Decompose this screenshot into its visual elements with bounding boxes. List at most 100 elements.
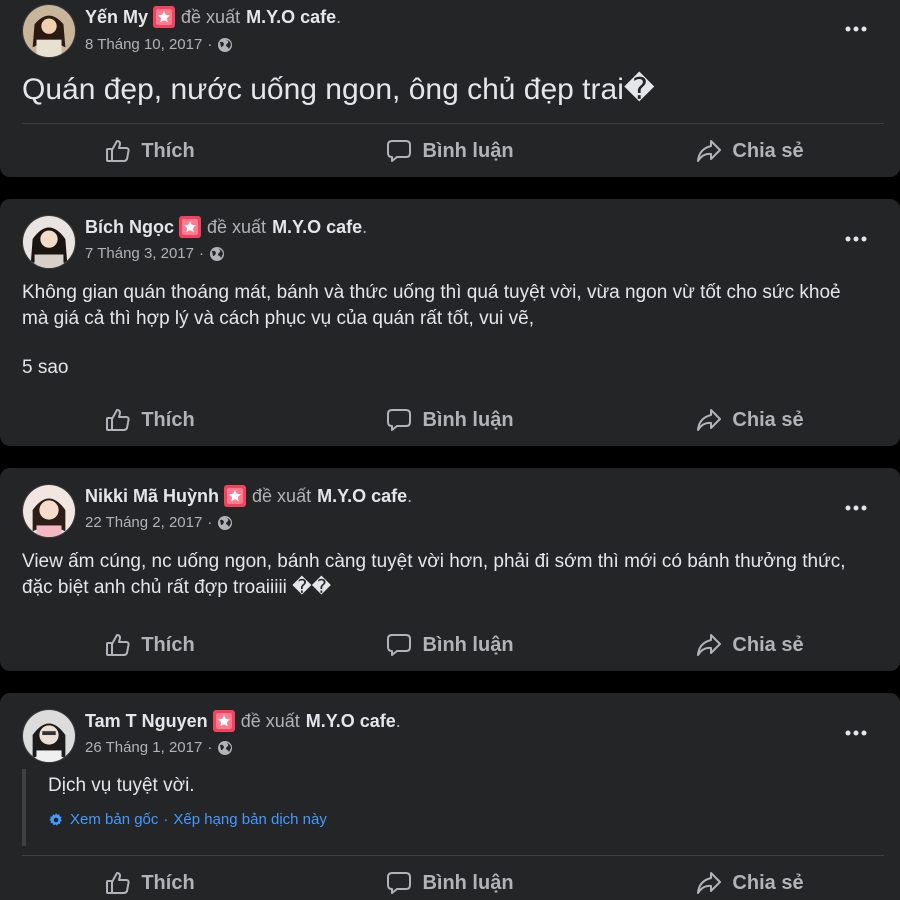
author-avatar[interactable]: [22, 4, 76, 58]
share-arrow-icon: [696, 138, 722, 164]
author-avatar[interactable]: [22, 709, 76, 763]
divider: [22, 855, 884, 856]
like-button[interactable]: Thích: [0, 860, 300, 900]
share-arrow-icon: [696, 632, 722, 658]
recommend-badge-icon: [212, 710, 235, 732]
more-options-icon[interactable]: [844, 234, 868, 244]
post-card-4: Tam T Nguyen đề xuất M.Y.O cafe. 26 Thán…: [0, 693, 900, 900]
share-button[interactable]: Chia sẻ: [600, 622, 900, 668]
page-name-link[interactable]: M.Y.O cafe: [306, 711, 396, 732]
thumbs-up-icon: [105, 407, 131, 433]
author-name[interactable]: Nikki Mã Huỳnh: [85, 486, 219, 507]
author-avatar[interactable]: [22, 215, 76, 269]
share-button[interactable]: Chia sẻ: [600, 128, 900, 174]
more-options-icon[interactable]: [844, 24, 868, 34]
see-original-link[interactable]: Xem bản gốc: [70, 811, 158, 828]
author-name[interactable]: Yến My: [85, 7, 148, 28]
like-label: Thích: [141, 633, 195, 656]
post-card-1: Yến My đề xuất M.Y.O cafe. 8 Tháng 10, 2…: [0, 0, 900, 177]
thumbs-up-icon: [105, 870, 131, 896]
meta-separator: ·: [207, 739, 213, 756]
post-text: Quán đẹp, nước uống ngon, ông chủ đẹp tr…: [22, 73, 655, 106]
post-actions: Thích Bình luận Chia sẻ: [0, 622, 900, 668]
meta-separator: ·: [207, 36, 213, 53]
share-arrow-icon: [696, 870, 722, 896]
globe-icon[interactable]: [217, 740, 233, 756]
page-name-link[interactable]: M.Y.O cafe: [246, 7, 336, 28]
post-card-3: Nikki Mã Huỳnh đề xuất M.Y.O cafe. 22 Th…: [0, 468, 900, 671]
name-dot: .: [407, 485, 413, 506]
post-actions: Thích Bình luận Chia sẻ: [0, 397, 900, 443]
link-separator: ·: [163, 811, 169, 828]
comment-label: Bình luận: [422, 408, 514, 431]
globe-icon[interactable]: [217, 515, 233, 531]
like-label: Thích: [141, 871, 195, 894]
recommend-verb: đề xuất: [181, 6, 241, 27]
gear-icon[interactable]: [48, 812, 64, 828]
comment-button[interactable]: Bình luận: [300, 860, 600, 900]
post-date[interactable]: 26 Tháng 1, 2017: [85, 739, 202, 756]
more-options-icon[interactable]: [844, 503, 868, 513]
post-meta: 22 Tháng 2, 2017 ·: [85, 514, 233, 531]
post-date[interactable]: 7 Tháng 3, 2017: [85, 245, 194, 262]
author-line: Nikki Mã Huỳnh đề xuất M.Y.O cafe.: [85, 485, 412, 507]
speech-bubble-icon: [386, 870, 412, 896]
globe-icon[interactable]: [209, 246, 225, 262]
author-line: Tam T Nguyen đề xuất M.Y.O cafe.: [85, 710, 401, 732]
page-name-link[interactable]: M.Y.O cafe: [272, 217, 362, 238]
post-card-2: Bích Ngọc đề xuất M.Y.O cafe. 7 Tháng 3,…: [0, 199, 900, 446]
share-button[interactable]: Chia sẻ: [600, 860, 900, 900]
post-meta: 7 Tháng 3, 2017 ·: [85, 245, 225, 262]
rate-translation-link[interactable]: Xếp hạng bản dịch này: [173, 811, 326, 828]
like-button[interactable]: Thích: [0, 128, 300, 174]
translated-text-block: Dịch vụ tuyệt vời. Xem bản gốc · Xếp hạn…: [22, 769, 327, 846]
speech-bubble-icon: [386, 632, 412, 658]
comment-button[interactable]: Bình luận: [300, 622, 600, 668]
recommend-verb: đề xuất: [252, 485, 312, 506]
recommend-verb: đề xuất: [240, 710, 300, 731]
like-button[interactable]: Thích: [0, 397, 300, 443]
post-date[interactable]: 8 Tháng 10, 2017: [85, 36, 202, 53]
speech-bubble-icon: [386, 138, 412, 164]
post-actions: Thích Bình luận Chia sẻ: [0, 860, 900, 900]
author-name[interactable]: Tam T Nguyen: [85, 711, 208, 732]
comment-label: Bình luận: [422, 633, 514, 656]
thumbs-up-icon: [105, 632, 131, 658]
comment-label: Bình luận: [422, 139, 514, 162]
share-button[interactable]: Chia sẻ: [600, 397, 900, 443]
share-arrow-icon: [696, 407, 722, 433]
more-options-icon[interactable]: [844, 728, 868, 738]
name-dot: .: [336, 6, 342, 27]
post-date[interactable]: 22 Tháng 2, 2017: [85, 514, 202, 531]
author-name[interactable]: Bích Ngọc: [85, 217, 174, 238]
share-label: Chia sẻ: [732, 139, 804, 162]
rating-text: 5 sao: [22, 357, 69, 378]
post-text: Dịch vụ tuyệt vời.: [48, 775, 195, 796]
share-label: Chia sẻ: [732, 871, 804, 894]
divider: [22, 123, 884, 124]
author-avatar[interactable]: [22, 484, 76, 538]
meta-separator: ·: [198, 245, 204, 262]
share-label: Chia sẻ: [732, 633, 804, 656]
page-name-link[interactable]: M.Y.O cafe: [317, 486, 407, 507]
comment-label: Bình luận: [422, 871, 514, 894]
recommend-badge-icon: [153, 6, 176, 28]
recommend-badge-icon: [179, 216, 202, 238]
comment-button[interactable]: Bình luận: [300, 397, 600, 443]
post-text: View ấm cúng, nc uống ngon, bánh càng tu…: [22, 551, 846, 598]
post-actions: Thích Bình luận Chia sẻ: [0, 128, 900, 174]
thumbs-up-icon: [105, 138, 131, 164]
comment-button[interactable]: Bình luận: [300, 128, 600, 174]
like-button[interactable]: Thích: [0, 622, 300, 668]
author-line: Bích Ngọc đề xuất M.Y.O cafe.: [85, 216, 367, 238]
author-line: Yến My đề xuất M.Y.O cafe.: [85, 6, 341, 28]
recommend-badge-icon: [224, 485, 247, 507]
share-label: Chia sẻ: [732, 408, 804, 431]
like-label: Thích: [141, 139, 195, 162]
recommend-verb: đề xuất: [207, 216, 267, 237]
name-dot: .: [362, 216, 368, 237]
translation-links: Xem bản gốc · Xếp hạng bản dịch này: [48, 811, 327, 846]
name-dot: .: [395, 710, 401, 731]
post-meta: 8 Tháng 10, 2017 ·: [85, 36, 233, 53]
globe-icon[interactable]: [217, 37, 233, 53]
